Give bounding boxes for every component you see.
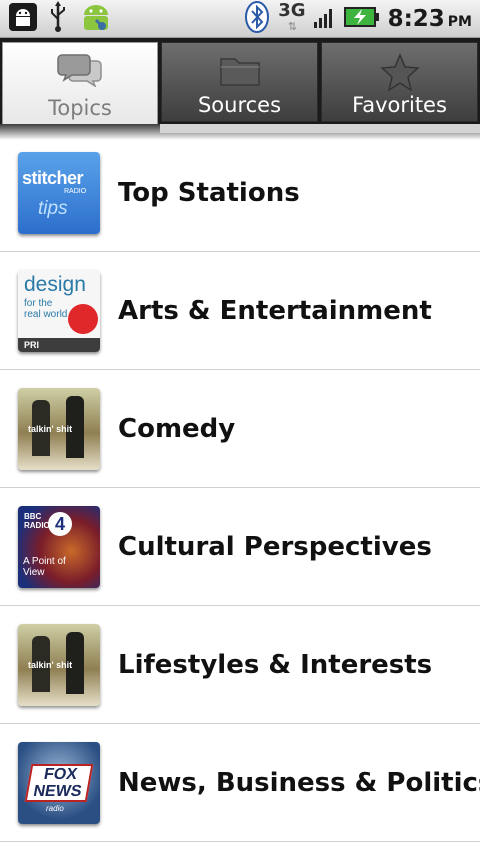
- signal-icon: [313, 6, 336, 32]
- battery-charging-icon: [343, 6, 380, 32]
- thumb-text: BBC RADIO: [24, 512, 50, 530]
- bluetooth-icon: [244, 0, 270, 38]
- list-item-label: News, Business & Politics: [118, 768, 480, 798]
- tab-favorites[interactable]: Favorites: [321, 42, 478, 122]
- thumb-text: design: [24, 273, 86, 296]
- usb-icon: [48, 1, 68, 37]
- tab-bar: Topics Sources Favorites: [0, 38, 480, 124]
- tab-bar-highlight: [160, 124, 480, 133]
- list-item-comedy[interactable]: talkin' shit Comedy: [0, 370, 480, 488]
- list-item-label: Top Stations: [118, 178, 300, 208]
- tab-topics-label: Topics: [48, 96, 112, 120]
- podcast-photo-thumbnail: talkin' shit: [18, 624, 100, 706]
- tab-topics[interactable]: Topics: [2, 42, 158, 124]
- list-item-label: Arts & Entertainment: [118, 296, 432, 326]
- status-bar-right: 3G ⇅ 8:23 PM: [244, 0, 472, 38]
- clock-time: 8:23: [387, 6, 445, 32]
- list-item-label: Lifestyles & Interests: [118, 650, 433, 680]
- thumb-text: A Point of View: [23, 556, 66, 578]
- fox-news-radio-thumbnail: FOX NEWS radio: [18, 742, 100, 824]
- tab-sources-label: Sources: [197, 93, 282, 117]
- thumb-text: talkin' shit: [28, 424, 73, 434]
- list-item-arts-entertainment[interactable]: design for the real world PRI Arts & Ent…: [0, 252, 480, 370]
- bbc-radio-4-thumbnail: BBC RADIO 4 A Point of View: [18, 506, 100, 588]
- data-activity-icon: ⇅: [287, 20, 297, 33]
- red-circle-logo-icon: [68, 304, 98, 334]
- list-item-lifestyles-interests[interactable]: talkin' shit Lifestyles & Interests: [0, 606, 480, 724]
- android-debug-icon: [8, 2, 38, 36]
- status-bar-left: [8, 0, 114, 38]
- clock-ampm: PM: [447, 14, 472, 30]
- network-indicator: 3G ⇅: [278, 0, 306, 35]
- list-item-label: Cultural Perspectives: [118, 532, 432, 562]
- list-item-label: Comedy: [118, 414, 236, 444]
- clock: 8:23 PM: [388, 6, 472, 32]
- list-item-cultural-perspectives[interactable]: BBC RADIO 4 A Point of View Cultural Per…: [0, 488, 480, 606]
- chat-bubbles-icon: [57, 53, 103, 91]
- tab-sources[interactable]: Sources: [161, 42, 318, 122]
- thumb-text: RADIO: [64, 188, 87, 195]
- folder-icon: [219, 53, 261, 91]
- star-icon: [379, 53, 420, 95]
- design-for-real-world-thumbnail: design for the real world PRI: [18, 270, 100, 352]
- list-item-news-business-politics[interactable]: FOX NEWS radio News, Business & Politics: [0, 724, 480, 842]
- tab-favorites-label: Favorites: [352, 93, 447, 117]
- network-type-label: 3G: [278, 0, 306, 21]
- thumb-text: tips: [38, 198, 68, 219]
- thumb-text: stitcher: [22, 168, 84, 188]
- list-item-top-stations[interactable]: stitcher RADIO tips Top Stations: [0, 134, 480, 252]
- thumb-text: 4: [48, 512, 72, 536]
- thumb-text: PRI: [18, 338, 100, 352]
- android-robot-icon: [78, 0, 114, 38]
- thumb-text: FOX NEWS: [24, 764, 94, 802]
- thumb-text: radio: [46, 804, 64, 813]
- thumb-text: for the real world: [24, 298, 68, 320]
- stitcher-tips-thumbnail: stitcher RADIO tips: [18, 152, 100, 234]
- status-bar: 3G ⇅ 8:23 PM: [0, 0, 480, 38]
- podcast-photo-thumbnail: talkin' shit: [18, 388, 100, 470]
- topics-list: stitcher RADIO tips Top Stations design …: [0, 134, 480, 842]
- thumb-text: talkin' shit: [28, 660, 73, 670]
